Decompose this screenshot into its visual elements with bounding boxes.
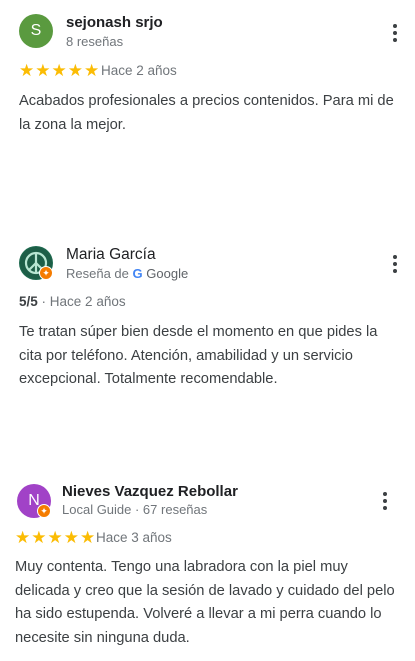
more-options-button[interactable] [385, 251, 405, 277]
author-meta: Local Guide · 67 reseñas [62, 502, 208, 517]
review-time: Hace 2 años [101, 63, 177, 78]
star-icon: ★ [51, 61, 67, 80]
review-text: Te tratan súper bien desde el momento en… [19, 324, 378, 387]
star-icon: ★ [15, 528, 31, 547]
review-text: Acabados profesionales a precios conteni… [19, 93, 394, 133]
local-guide-badge-icon: ✦ [39, 266, 53, 280]
google-brand: Google [146, 266, 189, 281]
review-score: 5/5 [19, 294, 38, 309]
review-score-line: 5/5 · Hace 2 años [19, 294, 126, 309]
more-options-button[interactable] [375, 488, 395, 514]
more-options-button[interactable] [385, 20, 405, 46]
avatar-letter: S [30, 22, 42, 39]
review-source-label: Reseña de [66, 266, 129, 281]
review-source: Reseña de G Google [66, 266, 188, 281]
avatar[interactable]: S [19, 14, 53, 48]
review-text: Muy contenta. Tengo una labradora con la… [15, 559, 395, 646]
star-rating: ★ ★ ★ ★ ★ [15, 529, 95, 546]
star-icon: ★ [35, 61, 51, 80]
star-icon: ★ [47, 528, 63, 547]
local-guide-badge-icon: ✦ [37, 504, 51, 518]
star-icon: ★ [80, 528, 96, 547]
review-time: Hace 3 años [96, 530, 172, 545]
google-icon: G [132, 266, 143, 281]
star-rating: ★ ★ ★ ★ ★ [19, 62, 99, 79]
star-icon: ★ [19, 61, 35, 80]
star-icon: ★ [67, 61, 83, 80]
author-name[interactable]: Nieves Vazquez Rebollar [62, 483, 238, 500]
star-icon: ★ [31, 528, 47, 547]
author-name[interactable]: sejonash srjo [66, 14, 163, 31]
author-meta: 8 reseñas [66, 34, 124, 49]
review-time: · Hace 2 años [41, 294, 126, 309]
author-name[interactable]: Maria García [66, 246, 156, 264]
star-icon: ★ [63, 528, 79, 547]
star-icon: ★ [84, 61, 100, 80]
